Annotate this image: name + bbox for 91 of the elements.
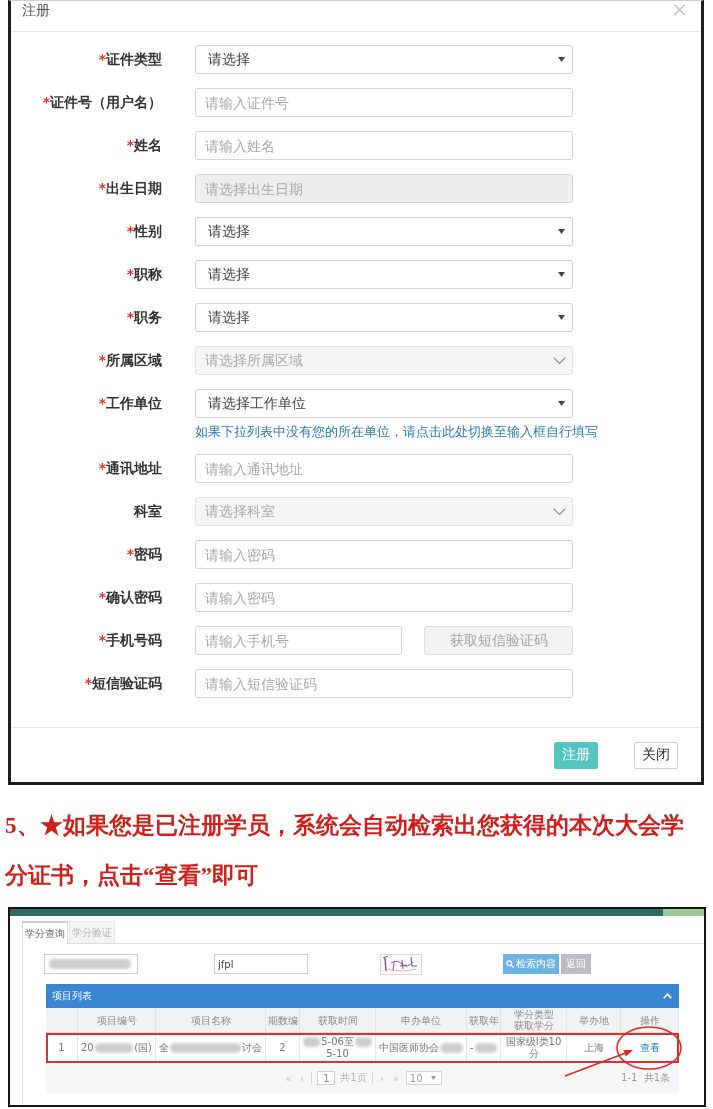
column-header: 获取年 <box>468 1014 499 1026</box>
page-size-select[interactable]: 10 <box>405 1071 442 1085</box>
caret-down-icon <box>558 229 565 234</box>
field-label: *证件号（用户名） <box>42 93 162 112</box>
top-bar-accent <box>663 909 704 916</box>
cell-text: - <box>470 1041 474 1054</box>
column-header: 学分类型获取学分 <box>512 1009 555 1031</box>
caret-down-icon <box>558 315 565 320</box>
cell-text: 5-10 <box>326 1047 349 1060</box>
search-icon <box>506 960 514 968</box>
back-button[interactable]: 返回 <box>561 954 591 974</box>
cell-text: 讨会 <box>242 1041 262 1054</box>
field-label: *职称 <box>126 265 162 284</box>
select-dropdown[interactable]: 请选择所属区域 <box>195 346 573 375</box>
column-header: 项目编号 <box>96 1014 137 1026</box>
table-cell: 2 <box>266 1033 300 1062</box>
cell-text: 全 <box>159 1041 169 1054</box>
blur-redaction <box>303 1036 321 1047</box>
get-sms-code-button[interactable]: 获取短信验证码 <box>424 626 573 655</box>
column-header: 申办单位 <box>401 1014 441 1026</box>
switch-to-input-link[interactable]: 如果下拉列表中没有您的所在单位，请点击此处切换至输入框自行填写 <box>195 424 598 440</box>
date-input[interactable]: 请选择出生日期 <box>195 174 573 203</box>
text-input[interactable]: 请输入通讯地址 <box>195 454 573 483</box>
close-button[interactable]: × <box>671 1 688 17</box>
blur-redaction <box>94 1042 134 1053</box>
column-header: 举办地 <box>578 1014 609 1026</box>
field-label: 科室 <box>134 502 162 521</box>
field-label: *职务 <box>126 308 162 327</box>
table-cell: 1 <box>46 1033 78 1062</box>
field-label: *证件类型 <box>98 50 162 69</box>
view-link[interactable]: 查看 <box>639 1041 660 1053</box>
field-label: *性别 <box>126 222 162 241</box>
field-label: *密码 <box>126 545 162 564</box>
id-field[interactable] <box>44 954 138 974</box>
column-header: 操作 <box>639 1014 660 1026</box>
last-page-button[interactable]: » <box>390 1072 401 1084</box>
table-cell: 国家级Ⅰ类10分 <box>501 1033 567 1062</box>
chevron-down-icon <box>553 508 566 515</box>
blur-redaction <box>474 1042 497 1053</box>
text-input[interactable]: 请输入证件号 <box>195 88 573 117</box>
chevron-up-icon[interactable] <box>663 993 672 999</box>
blur-redaction <box>170 1042 241 1053</box>
select-dropdown[interactable]: 请选择 <box>195 45 573 74</box>
captcha-drawing <box>380 953 422 975</box>
panel-title: 项目列表 <box>52 989 92 1003</box>
table-cell: 上海 <box>567 1033 621 1062</box>
cell-text: 20 <box>81 1041 94 1054</box>
cell-text: 中国医师协会 <box>379 1041 439 1054</box>
cell-text: (国) <box>134 1041 152 1054</box>
phone-input[interactable]: 请输入手机号 <box>195 626 402 655</box>
previous-page-button[interactable]: ‹ <box>298 1072 307 1084</box>
caret-down-icon <box>558 57 565 62</box>
close-dialog-button[interactable]: 关闭 <box>634 741 678 769</box>
field-label: *工作单位 <box>98 394 162 413</box>
first-page-button[interactable]: « <box>283 1072 294 1084</box>
page-number-input[interactable]: 1 <box>317 1071 336 1085</box>
field-label: *所属区域 <box>98 351 162 370</box>
text-input[interactable]: 请输入密码 <box>195 583 573 612</box>
caret-down-icon <box>558 401 565 406</box>
caret-down-icon <box>558 272 565 277</box>
tab[interactable]: 学分查询 <box>22 921 68 944</box>
select-dropdown[interactable]: 请选择科室 <box>195 497 573 526</box>
instruction-text: 5、★如果您是已注册学员，系统会自动检索出您获得的本次大会学分证书，点击“查看”即可 <box>3 812 685 890</box>
caret-down-icon <box>430 1076 436 1080</box>
record-count-text: 1-1 共1条 <box>620 1071 671 1085</box>
select-dropdown[interactable]: 请选择 <box>195 217 573 246</box>
select-dropdown[interactable]: 请选择工作单位 <box>195 389 573 418</box>
field-label: *通讯地址 <box>98 459 162 478</box>
field-label: *手机号码 <box>98 631 162 650</box>
field-label: *姓名 <box>126 136 162 155</box>
text-input[interactable]: 请输入短信验证码 <box>195 669 573 698</box>
text-input[interactable]: 请输入姓名 <box>195 131 573 160</box>
column-header: 获取时间 <box>317 1014 358 1026</box>
text-input[interactable]: 请输入密码 <box>195 540 573 569</box>
register-button[interactable]: 注册 <box>554 741 598 769</box>
field-label: *出生日期 <box>98 179 162 198</box>
select-dropdown[interactable]: 请选择 <box>195 260 573 289</box>
blur-redaction <box>354 1036 372 1047</box>
dialog-title: 注册 <box>22 2 50 18</box>
total-pages-text: 共1页 <box>340 1071 367 1085</box>
field-label: *短信验证码 <box>84 674 162 693</box>
field-label: *确认密码 <box>98 588 162 607</box>
blur-redaction <box>440 1042 463 1053</box>
cell-text: 5-06至 <box>321 1035 354 1048</box>
code-input[interactable]: jfpl <box>214 954 308 974</box>
next-page-button[interactable]: › <box>377 1072 386 1084</box>
column-header: 项目名称 <box>190 1014 231 1026</box>
column-header: 期数编 <box>267 1014 298 1026</box>
search-button[interactable]: 检索内容 <box>503 954 559 974</box>
select-dropdown[interactable]: 请选择 <box>195 303 573 332</box>
chevron-down-icon <box>553 357 566 364</box>
